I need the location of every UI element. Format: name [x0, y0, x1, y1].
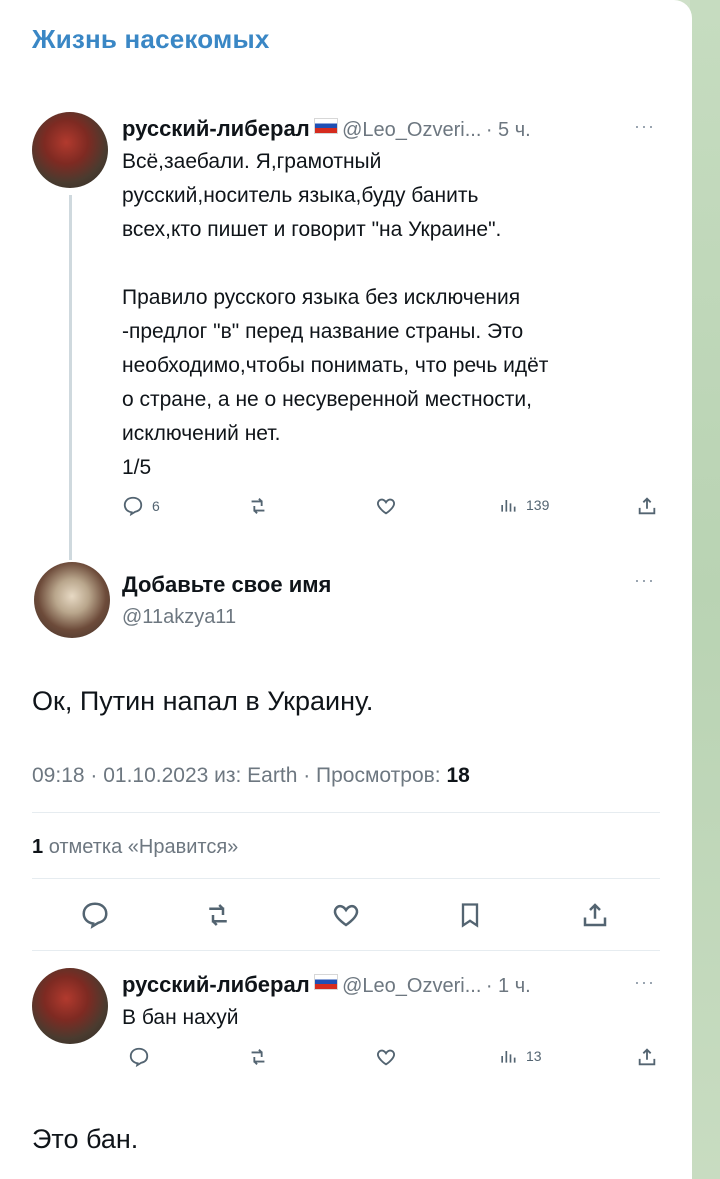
reply-button[interactable] [128, 1046, 150, 1068]
like-button[interactable] [374, 495, 398, 517]
more-options-icon[interactable]: ··· [634, 570, 655, 591]
likes-label: отметка «Нравится» [48, 836, 239, 858]
more-options-icon[interactable]: ··· [634, 116, 655, 137]
views-count: 13 [526, 1048, 542, 1064]
likes-count: 1 [32, 836, 44, 858]
reply-author-avatar[interactable] [34, 562, 110, 638]
like-button[interactable] [374, 1046, 398, 1068]
analytics-icon [501, 1051, 516, 1063]
divider [32, 878, 660, 879]
share-button[interactable] [636, 495, 658, 517]
author-handle[interactable]: @Leo_Ozveri... [342, 975, 481, 997]
tweet-text-line: всех,кто пишет и говорит "на Украине". [122, 218, 502, 241]
share-button[interactable] [636, 1046, 658, 1068]
retweet-button[interactable] [202, 900, 234, 930]
retweet-icon [209, 904, 227, 926]
retweet-button[interactable] [246, 495, 270, 517]
reply-count: 6 [152, 498, 160, 514]
tweet-text-line: -предлог "в" перед название страны. Это [122, 320, 524, 343]
russia-flag-icon [313, 118, 338, 134]
reply-meta: 09:18 · 01.10.2023 из: Earth · Просмотро… [32, 764, 470, 788]
divider [32, 950, 660, 951]
thread-connector [69, 195, 72, 560]
views-button[interactable]: 139 [498, 495, 549, 515]
reply-icon [129, 1047, 149, 1068]
analytics-icon [501, 500, 516, 512]
views-count: 139 [526, 497, 550, 513]
reply-icon [82, 902, 108, 929]
heart-icon [377, 498, 395, 515]
reply-author-handle[interactable]: @11akzya11 [122, 606, 236, 629]
reply-views: 18 [446, 764, 470, 787]
author-handle[interactable]: @Leo_Ozveri... [342, 119, 481, 141]
tweet-header: русский-либерал @Leo_Ozveri... · 5 ч. [122, 116, 531, 142]
share-button[interactable] [580, 900, 610, 930]
retweet-button[interactable] [246, 1046, 270, 1068]
reply-timestamp: 09:18 · 01.10.2023 из: Earth · Просмотро… [32, 764, 441, 787]
share-icon [638, 1048, 656, 1066]
reply-button[interactable] [80, 900, 110, 930]
like-button[interactable] [330, 900, 362, 930]
chat-background [690, 0, 720, 1179]
tweet-text: В бан нахуй [122, 1006, 239, 1029]
message-caption: Это бан. [32, 1124, 139, 1154]
tweet-header: русский-либерал @Leo_Ozveri... · 1 ч. [122, 972, 531, 998]
more-options-icon[interactable]: ··· [634, 972, 655, 993]
likes-summary[interactable]: 1 отметка «Нравится» [32, 836, 238, 859]
retweet-icon [251, 1049, 265, 1065]
author-avatar[interactable] [32, 968, 108, 1044]
tweet-text-line: Правило русского языка без исключения [122, 286, 521, 309]
message-bubble: Жизнь насекомых русский-либерал @Leo_Ozv… [0, 0, 692, 1179]
tweet-time: · 5 ч. [485, 119, 531, 141]
author-avatar[interactable] [32, 112, 108, 188]
author-name[interactable]: русский-либерал [122, 116, 310, 141]
tweet-time: · 1 ч. [485, 975, 531, 997]
reply-text: Ок, Путин напал в Украину. [32, 686, 374, 716]
share-icon [638, 497, 656, 515]
tweet-text-line: Всё,заебали. Я,грамотный [122, 150, 382, 173]
retweet-icon [251, 498, 265, 514]
tweet-text-line: необходимо,чтобы понимать, что речь идёт [122, 354, 549, 377]
reply-icon [123, 496, 143, 517]
heart-icon [377, 1049, 395, 1066]
reply-button[interactable]: 6 [122, 495, 160, 517]
share-icon [583, 903, 607, 927]
bookmark-icon [461, 903, 479, 928]
divider [32, 812, 660, 813]
tweet-text-line: исключений нет. [122, 422, 281, 445]
author-name[interactable]: русский-либерал [122, 972, 310, 997]
views-button[interactable]: 13 [498, 1046, 542, 1066]
thread-counter: 1/5 [122, 456, 152, 479]
russia-flag-icon [313, 974, 338, 990]
channel-title[interactable]: Жизнь насекомых [32, 24, 270, 55]
bookmark-button[interactable] [456, 900, 484, 930]
tweet-text-line: о стране, а не о несуверенной местности, [122, 388, 532, 411]
tweet-text-line: русский,носитель языка,буду банить [122, 184, 479, 207]
reply-author-name[interactable]: Добавьте свое имя [122, 572, 331, 598]
heart-icon [333, 904, 359, 927]
